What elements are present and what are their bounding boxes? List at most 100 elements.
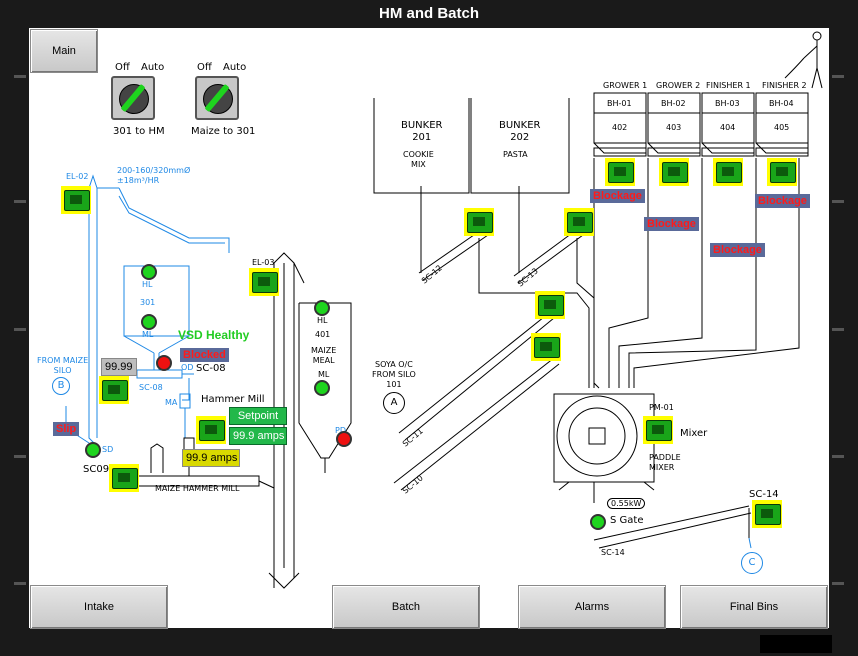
sc09-sd-lamp [85,442,101,458]
setpoint-value[interactable]: 99.9 amps [229,427,287,445]
el03-motor[interactable] [249,268,279,296]
bin301-hl-lamp [141,264,157,280]
mixer-power: 0.55kW [607,498,646,509]
switch-maize-auto-label: Auto [223,62,247,73]
bin-num-label: 404 [720,123,736,132]
sc11-motor[interactable] [535,291,565,319]
sc10-motor[interactable] [531,333,561,361]
vsd-status: VSD Healthy [178,328,250,342]
bin-group-label: FINISHER 2 [762,81,807,90]
el03-label: EL-03 [252,258,275,267]
bin401-hl-label: HL [317,316,328,325]
pm01-label: PM-01 [649,403,674,412]
bin-group-label: FINISHER 1 [706,81,751,90]
status-indicator [760,635,832,653]
bin301-ml-label: ML [142,330,154,339]
sc08-motor[interactable] [99,376,129,404]
switch-maize-to-301[interactable] [195,76,239,120]
hammer-mill-label: Hammer Mill [201,394,265,405]
s-gate-label: S Gate [610,515,644,526]
ma-label: MA [165,398,178,407]
setpoint-label: Setpoint [229,407,287,425]
circle-a: A [383,392,405,414]
bin-num-label: 403 [666,123,682,132]
el02-motor[interactable] [61,186,91,214]
bin401-label: 401 [315,330,331,339]
bunker201-content: COOKIE MIX [403,150,434,169]
bin-group-label: GROWER 2 [656,81,701,90]
bh04-blockage-alarm: Blockage [755,194,810,208]
frame-tick [14,75,26,78]
frame-tick [14,328,26,331]
sc08-blocked-lamp [156,355,172,371]
main-button[interactable]: Main [30,29,98,73]
sd-label: SD [102,445,114,454]
circle-c: C [741,552,763,574]
frame-tick [14,582,26,585]
maize-meal-label: MAIZE MEAL [311,346,337,365]
bin301-label: 301 [140,298,156,307]
frame-tick [832,328,844,331]
bh01-motor[interactable] [605,158,635,186]
bh03-blockage-alarm: Blockage [710,243,765,257]
circle-b: B [52,377,70,395]
sc09-label: SC09 [83,464,110,475]
bin-num-label: 402 [612,123,628,132]
sc08-speed-value: 99.99 [101,358,137,376]
bh01-blockage-alarm: Blockage [590,189,645,203]
soya-label: SOYA O/C FROM SILO 101 [372,360,416,389]
sc12-motor[interactable] [464,208,494,236]
switch-301-to-hm-label: 301 to HM [113,126,165,137]
final-bins-button[interactable]: Final Bins [680,585,828,629]
bh03-motor[interactable] [713,158,743,186]
switch-maize-off-label: Off [197,62,212,73]
frame-tick [832,200,844,203]
slip-alarm: Slip [53,422,80,436]
alarms-button[interactable]: Alarms [518,585,666,629]
bin-num-label: 405 [774,123,790,132]
bin401-hl-lamp [314,300,330,316]
sc09-motor[interactable] [109,464,139,492]
frame-tick [832,455,844,458]
bunker202-label: BUNKER 202 [499,120,541,143]
sc14-bottom-label: SC-14 [601,548,625,557]
bh02-motor[interactable] [659,158,689,186]
batch-button[interactable]: Batch [332,585,480,629]
bh02-blockage-alarm: Blockage [644,217,699,231]
bin-id-label: BH-04 [769,99,794,108]
paddle-mixer-label: PADDLE MIXER [649,453,681,472]
bh04-motor[interactable] [767,158,797,186]
frame-tick [832,582,844,585]
bin-id-label: BH-01 [607,99,632,108]
window-title: HM and Batch [378,5,479,22]
el02-spec: 200-160/320mmØ ±18m³/HR [117,166,191,185]
od-label: OD [181,363,194,372]
bunker201-label: BUNKER 201 [401,120,443,143]
process-canvas: Main Off Auto 301 to HM Off Auto Maize t… [29,28,829,629]
frame-tick [14,200,26,203]
mixer-label: Mixer [680,428,708,439]
bin-id-label: BH-02 [661,99,686,108]
bin301-hl-label: HL [142,280,153,289]
mixer-motor[interactable] [643,416,673,444]
frame-tick [832,75,844,78]
sc14-label: SC-14 [749,489,779,500]
blocked-alarm: Blocked [180,348,229,362]
switch-301-to-hm[interactable] [111,76,155,120]
hammer-mill-motor[interactable] [196,416,226,444]
bin401-pd-lamp [336,431,352,447]
hammer-mill-current: 99.9 amps [182,449,240,467]
switch-maize-to-301-label: Maize to 301 [191,126,256,137]
bin401-ml-lamp [314,380,330,396]
sc13-motor[interactable] [564,208,594,236]
sc14-motor[interactable] [752,500,782,528]
switch-301-off-label: Off [115,62,130,73]
bin401-ml-label: ML [318,370,330,379]
bin-id-label: BH-03 [715,99,740,108]
intake-button[interactable]: Intake [30,585,168,629]
maize-hammer-mill-label: MAIZE HAMMER MILL [155,484,240,493]
frame-tick [14,455,26,458]
bunker202-content: PASTA [503,150,528,159]
from-maize-silo-label: FROM MAIZE SILO [37,356,89,375]
switch-301-auto-label: Auto [141,62,165,73]
